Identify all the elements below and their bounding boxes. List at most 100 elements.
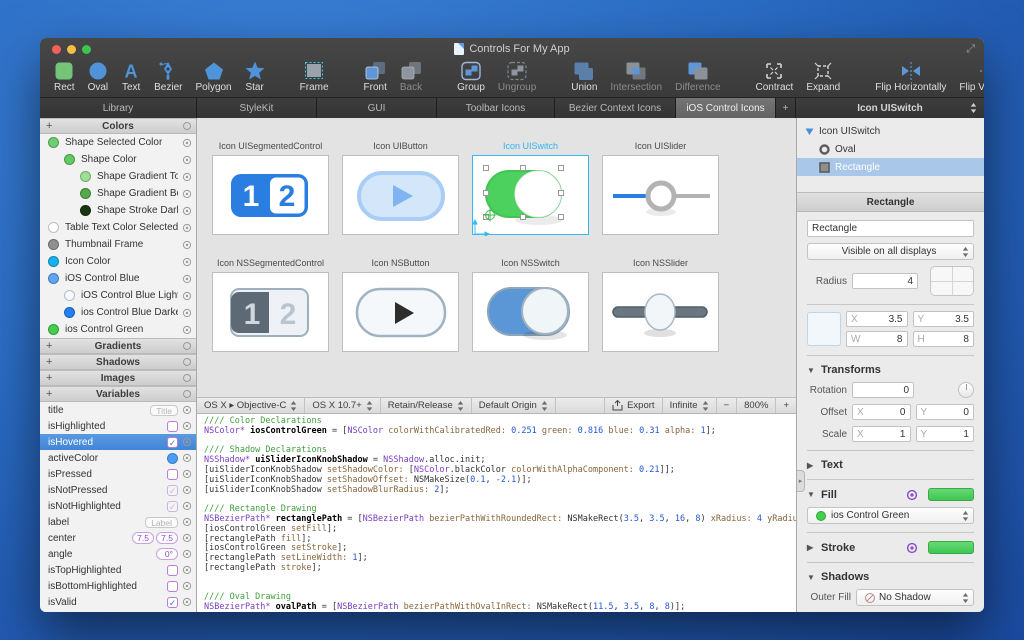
code-popup-default-origin[interactable]: Default Origin (472, 398, 556, 413)
toolbar-flip-horizontally-button[interactable]: Flip Horizontally (875, 60, 946, 93)
zoom-in-button[interactable]: + (775, 398, 796, 413)
rotation-dial[interactable] (958, 382, 974, 398)
variable-item-isvalid[interactable]: isValid✓ (40, 594, 196, 610)
code-view[interactable]: //// Color DeclarationsNSColor* iosContr… (197, 414, 796, 612)
color-item-table-text-color-selected[interactable]: Table Text Color Selected (40, 219, 196, 236)
y-field[interactable]: Y3.5 (913, 311, 975, 327)
color-item-ios-control-green[interactable]: ios Control Green (40, 321, 196, 338)
toolbar-bezier-button[interactable]: Bezier (154, 60, 182, 93)
variable-item-isbottomhighlighted[interactable]: isBottomHighlighted (40, 578, 196, 594)
library-section-colors[interactable]: +Colors (40, 118, 196, 134)
width-field[interactable]: W8 (846, 331, 908, 347)
canvas-size-popup[interactable]: Infinite (662, 398, 716, 413)
code-popup-retain-release[interactable]: Retain/Release (381, 398, 472, 413)
visibility-popup[interactable]: Visible on all displays (807, 243, 974, 260)
fill-swatch[interactable] (928, 488, 974, 501)
radius-field[interactable]: 4 (852, 273, 918, 289)
library-section-gradients[interactable]: +Gradients (40, 338, 196, 354)
scale-x-field[interactable]: X1 (852, 426, 911, 442)
color-item-shape-gradient-top[interactable]: Shape Gradient Top (40, 168, 196, 185)
height-field[interactable]: H8 (913, 331, 975, 347)
layer-icon-uiswitch[interactable]: Icon UISwitch (797, 122, 984, 140)
title-bar[interactable]: Controls For My App ⤢ (40, 38, 984, 60)
offset-y-field[interactable]: Y0 (916, 404, 975, 420)
canvas-card-icon-nssegmentedcontrol[interactable]: 12 (212, 272, 329, 352)
layer-name-field[interactable]: Rectangle (807, 220, 974, 237)
canvas-card-icon-uibutton[interactable] (342, 155, 459, 235)
panel-collapse-button[interactable]: ▸ (797, 470, 805, 492)
variable-item-label[interactable]: labelLabel (40, 514, 196, 530)
fill-section[interactable]: ▼ Fill (807, 488, 974, 501)
tab-stylekit[interactable]: StyleKit (197, 98, 317, 118)
stroke-section[interactable]: ▶ Stroke (807, 541, 974, 554)
layer-rectangle[interactable]: Rectangle (797, 158, 984, 176)
variable-item-activecolor[interactable]: activeColor (40, 450, 196, 466)
canvas[interactable]: Icon UISegmentedControl12Icon UIButtonIc… (197, 118, 796, 397)
toolbar-oval-button[interactable]: Oval (88, 60, 109, 93)
variable-item-ispressed[interactable]: isPressed (40, 466, 196, 482)
color-item-ios-control-blue[interactable]: iOS Control Blue (40, 270, 196, 287)
color-item-thumbnail-frame[interactable]: Thumbnail Frame (40, 236, 196, 253)
inspector-header[interactable]: Icon UISwitch (796, 98, 984, 118)
x-field[interactable]: X3.5 (846, 311, 908, 327)
fill-color-popup[interactable]: ios Control Green (807, 507, 974, 524)
variable-checkbox[interactable] (167, 421, 178, 432)
variable-checkbox[interactable] (167, 469, 178, 480)
tab-bezier-context-icons[interactable]: Bezier Context Icons (555, 98, 676, 118)
variable-item-isnotpressed[interactable]: isNotPressed✓ (40, 482, 196, 498)
canvas-card-icon-uislider[interactable] (602, 155, 719, 235)
variable-item-ishovered[interactable]: isHovered✓ (40, 434, 196, 450)
layer-oval[interactable]: Oval (797, 140, 984, 158)
variable-value-field[interactable]: 7.5 (132, 532, 154, 544)
stroke-target-icon[interactable] (906, 542, 918, 554)
corner-radius-widget[interactable] (930, 266, 974, 296)
color-item-shape-selected-color[interactable]: Shape Selected Color (40, 134, 196, 151)
variable-checkbox[interactable]: ✓ (167, 437, 178, 448)
variable-item-angle[interactable]: angle0° (40, 546, 196, 562)
variable-checkbox[interactable] (167, 565, 178, 576)
library-section-images[interactable]: +Images (40, 370, 196, 386)
toolbar-star-button[interactable]: Star (245, 60, 265, 93)
variable-checkbox[interactable]: ✓ (167, 485, 178, 496)
variable-value-field[interactable]: 0° (156, 548, 178, 560)
add-icon[interactable]: + (46, 120, 52, 132)
add-icon[interactable]: + (46, 340, 52, 352)
variable-value-field[interactable]: 7.5 (156, 532, 178, 544)
color-item-shape-stroke-darker[interactable]: Shape Stroke Darker (40, 202, 196, 219)
color-item-shape-gradient-bottom[interactable]: Shape Gradient Bottom (40, 185, 196, 202)
offset-x-field[interactable]: X0 (852, 404, 911, 420)
color-item-shape-color[interactable]: Shape Color (40, 151, 196, 168)
library-section-shadows[interactable]: +Shadows (40, 354, 196, 370)
variable-item-isnothighlighted[interactable]: isNotHighlighted✓ (40, 498, 196, 514)
toolbar-text-button[interactable]: AText (121, 60, 141, 93)
canvas-card-icon-nsswitch[interactable] (472, 272, 589, 352)
zoom-out-button[interactable]: − (716, 398, 737, 413)
variable-item-title[interactable]: titleTitle (40, 402, 196, 418)
text-section[interactable]: ▶ Text (807, 459, 974, 471)
canvas-card-icon-nsslider[interactable] (602, 272, 719, 352)
add-tab-button[interactable]: + (776, 98, 796, 118)
toolbar-group-button[interactable]: Group (457, 60, 485, 93)
toolbar-contract-button[interactable]: Contract (756, 60, 794, 93)
color-item-ios-control-blue-darker[interactable]: ios Control Blue Darker (40, 304, 196, 321)
code-popup-os-x-objective-c[interactable]: OS X ▸ Objective-C (197, 398, 305, 413)
canvas-card-icon-uisegmentedcontrol[interactable]: 12 (212, 155, 329, 235)
shadows-section[interactable]: ▼ Shadows (807, 571, 974, 583)
color-item-ios-control-blue-light[interactable]: iOS Control Blue Light (40, 287, 196, 304)
code-popup-os-x-10-7-[interactable]: OS X 10.7+ (305, 398, 380, 413)
rotation-field[interactable]: 0 (852, 382, 914, 398)
add-icon[interactable]: + (46, 356, 52, 368)
toolbar-flip-vertically-button[interactable]: Flip Vertically (959, 60, 984, 93)
color-item-icon-color[interactable]: Icon Color (40, 253, 196, 270)
canvas-card-icon-uiswitch[interactable] (472, 155, 589, 235)
variable-item-center[interactable]: center7.57.5 (40, 530, 196, 546)
toolbar-union-button[interactable]: Union (571, 60, 597, 93)
canvas-card-icon-nsbutton[interactable] (342, 272, 459, 352)
stroke-swatch[interactable] (928, 541, 974, 554)
tab-toolbar-icons[interactable]: Toolbar Icons (437, 98, 555, 118)
toolbar-expand-button[interactable]: Expand (806, 60, 840, 93)
variable-checkbox[interactable]: ✓ (167, 501, 178, 512)
scale-y-field[interactable]: Y1 (916, 426, 975, 442)
transforms-section[interactable]: ▼ Transforms (807, 364, 974, 376)
fill-target-icon[interactable] (906, 489, 918, 501)
